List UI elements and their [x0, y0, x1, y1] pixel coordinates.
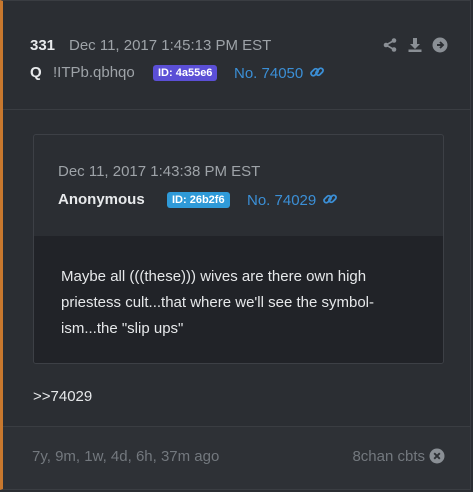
- quoted-post: Dec 11, 2017 1:43:38 PM EST Anonymous ID…: [33, 134, 444, 364]
- post-author: Q: [30, 64, 42, 81]
- quoted-post-header: Dec 11, 2017 1:43:38 PM EST Anonymous ID…: [34, 135, 443, 237]
- post-header: 331 Dec 11, 2017 1:45:13 PM EST Q !ITPb.…: [3, 1, 470, 110]
- quoted-post-link[interactable]: No. 74029: [247, 191, 338, 209]
- quoted-post-body: Maybe all (((these))) wives are there ow…: [34, 236, 443, 363]
- quoted-post-author: Anonymous: [58, 191, 145, 208]
- quoted-post-date: Dec 11, 2017 1:43:38 PM EST: [58, 163, 261, 180]
- post-footer: 7y, 9m, 1w, 4d, 6h, 37m ago 8chan cbts: [3, 426, 470, 489]
- arrow-right-circle-icon[interactable]: [431, 36, 448, 53]
- quoted-id-badge[interactable]: ID: 26b2f6: [167, 192, 230, 208]
- link-chain-icon: [323, 194, 338, 204]
- post-link-label: No. 74050: [234, 65, 304, 82]
- close-circle-icon[interactable]: [429, 448, 445, 464]
- link-chain-icon: [310, 67, 325, 77]
- quoted-post-text: Maybe all (((these))) wives are there ow…: [61, 268, 374, 337]
- id-badge[interactable]: ID: 4a55e6: [153, 65, 218, 81]
- reply-reference-link[interactable]: >>74029: [33, 388, 92, 405]
- share-icon[interactable]: [381, 36, 398, 53]
- post-card: 331 Dec 11, 2017 1:45:13 PM EST Q !ITPb.…: [0, 0, 471, 490]
- post-source: 8chan cbts: [352, 448, 425, 465]
- tripcode: !ITPb.qbhqo: [53, 64, 135, 81]
- quoted-post-link-label: No. 74029: [247, 192, 317, 209]
- post-date: Dec 11, 2017 1:45:13 PM EST: [69, 37, 272, 54]
- post-actions: [381, 36, 448, 53]
- post-age: 7y, 9m, 1w, 4d, 6h, 37m ago: [32, 448, 220, 465]
- download-icon[interactable]: [406, 36, 423, 53]
- post-number: 331: [30, 37, 56, 54]
- post-link[interactable]: No. 74050: [234, 64, 325, 82]
